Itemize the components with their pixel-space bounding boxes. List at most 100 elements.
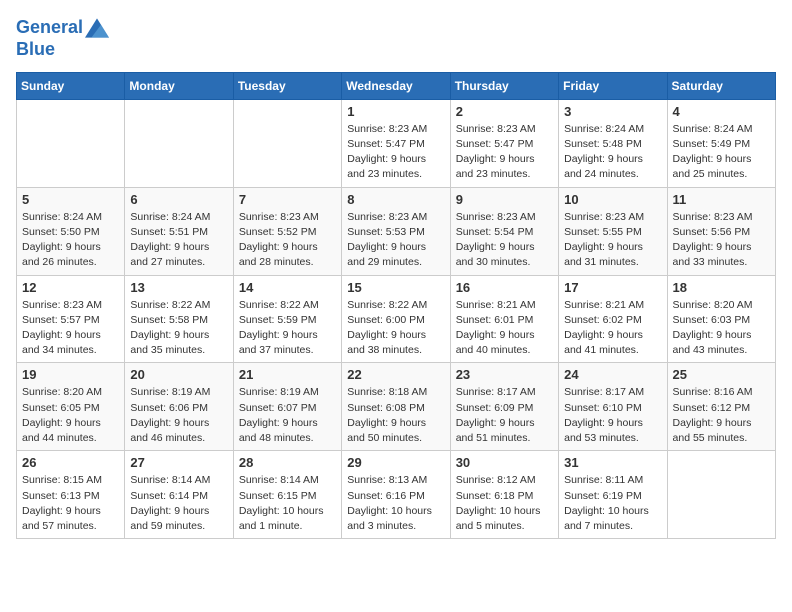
day-info: Sunrise: 8:23 AM Sunset: 5:52 PM Dayligh…: [239, 210, 336, 271]
day-number: 17: [564, 280, 661, 295]
weekday-header-monday: Monday: [125, 72, 233, 99]
day-number: 27: [130, 455, 227, 470]
calendar-cell: 7 Sunrise: 8:23 AM Sunset: 5:52 PM Daylig…: [233, 187, 341, 275]
day-info: Sunrise: 8:16 AM Sunset: 6:12 PM Dayligh…: [673, 385, 770, 446]
calendar-cell: 17 Sunrise: 8:21 AM Sunset: 6:02 PM Dayli…: [559, 275, 667, 363]
day-info: Sunrise: 8:12 AM Sunset: 6:18 PM Dayligh…: [456, 473, 553, 534]
weekday-header-tuesday: Tuesday: [233, 72, 341, 99]
day-info: Sunrise: 8:21 AM Sunset: 6:02 PM Dayligh…: [564, 298, 661, 359]
calendar-cell: 29 Sunrise: 8:13 AM Sunset: 6:16 PM Dayli…: [342, 451, 450, 539]
day-number: 31: [564, 455, 661, 470]
calendar-cell: 13 Sunrise: 8:22 AM Sunset: 5:58 PM Dayli…: [125, 275, 233, 363]
day-number: 20: [130, 367, 227, 382]
day-number: 5: [22, 192, 119, 207]
day-info: Sunrise: 8:24 AM Sunset: 5:48 PM Dayligh…: [564, 122, 661, 183]
calendar-cell: 11 Sunrise: 8:23 AM Sunset: 5:56 PM Dayli…: [667, 187, 775, 275]
day-number: 3: [564, 104, 661, 119]
calendar-cell: 26 Sunrise: 8:15 AM Sunset: 6:13 PM Dayli…: [17, 451, 125, 539]
calendar-cell: 28 Sunrise: 8:14 AM Sunset: 6:15 PM Dayli…: [233, 451, 341, 539]
day-number: 19: [22, 367, 119, 382]
day-number: 4: [673, 104, 770, 119]
day-info: Sunrise: 8:23 AM Sunset: 5:56 PM Dayligh…: [673, 210, 770, 271]
day-number: 24: [564, 367, 661, 382]
day-number: 14: [239, 280, 336, 295]
day-info: Sunrise: 8:18 AM Sunset: 6:08 PM Dayligh…: [347, 385, 444, 446]
weekday-header-sunday: Sunday: [17, 72, 125, 99]
page-header: General Blue: [16, 16, 776, 60]
logo-text: General Blue: [16, 16, 111, 60]
day-number: 10: [564, 192, 661, 207]
day-info: Sunrise: 8:23 AM Sunset: 5:53 PM Dayligh…: [347, 210, 444, 271]
day-number: 2: [456, 104, 553, 119]
day-number: 30: [456, 455, 553, 470]
day-info: Sunrise: 8:19 AM Sunset: 6:07 PM Dayligh…: [239, 385, 336, 446]
day-info: Sunrise: 8:23 AM Sunset: 5:47 PM Dayligh…: [456, 122, 553, 183]
day-info: Sunrise: 8:22 AM Sunset: 5:58 PM Dayligh…: [130, 298, 227, 359]
day-info: Sunrise: 8:22 AM Sunset: 5:59 PM Dayligh…: [239, 298, 336, 359]
day-info: Sunrise: 8:13 AM Sunset: 6:16 PM Dayligh…: [347, 473, 444, 534]
day-number: 21: [239, 367, 336, 382]
day-info: Sunrise: 8:23 AM Sunset: 5:47 PM Dayligh…: [347, 122, 444, 183]
calendar-cell: 12 Sunrise: 8:23 AM Sunset: 5:57 PM Dayli…: [17, 275, 125, 363]
calendar-cell: 2 Sunrise: 8:23 AM Sunset: 5:47 PM Daylig…: [450, 99, 558, 187]
day-number: 22: [347, 367, 444, 382]
calendar-cell: 14 Sunrise: 8:22 AM Sunset: 5:59 PM Dayli…: [233, 275, 341, 363]
calendar-cell: 22 Sunrise: 8:18 AM Sunset: 6:08 PM Dayli…: [342, 363, 450, 451]
day-number: 1: [347, 104, 444, 119]
day-info: Sunrise: 8:21 AM Sunset: 6:01 PM Dayligh…: [456, 298, 553, 359]
calendar-cell: 9 Sunrise: 8:23 AM Sunset: 5:54 PM Daylig…: [450, 187, 558, 275]
calendar-cell: 5Sunrise: 8:24 AM Sunset: 5:50 PM Daylig…: [17, 187, 125, 275]
day-number: 15: [347, 280, 444, 295]
day-info: Sunrise: 8:22 AM Sunset: 6:00 PM Dayligh…: [347, 298, 444, 359]
day-number: 7: [239, 192, 336, 207]
calendar-cell: 10 Sunrise: 8:23 AM Sunset: 5:55 PM Dayli…: [559, 187, 667, 275]
day-info: Sunrise: 8:17 AM Sunset: 6:10 PM Dayligh…: [564, 385, 661, 446]
day-number: 25: [673, 367, 770, 382]
calendar-cell: 23 Sunrise: 8:17 AM Sunset: 6:09 PM Dayli…: [450, 363, 558, 451]
calendar-cell: 31 Sunrise: 8:11 AM Sunset: 6:19 PM Dayli…: [559, 451, 667, 539]
calendar-cell: 8 Sunrise: 8:23 AM Sunset: 5:53 PM Daylig…: [342, 187, 450, 275]
calendar-cell: 30 Sunrise: 8:12 AM Sunset: 6:18 PM Dayli…: [450, 451, 558, 539]
day-info: Sunrise: 8:24 AM Sunset: 5:49 PM Dayligh…: [673, 122, 770, 183]
day-number: 13: [130, 280, 227, 295]
calendar-cell: 3 Sunrise: 8:24 AM Sunset: 5:48 PM Daylig…: [559, 99, 667, 187]
calendar-cell: 20 Sunrise: 8:19 AM Sunset: 6:06 PM Dayli…: [125, 363, 233, 451]
day-info: Sunrise: 8:23 AM Sunset: 5:55 PM Dayligh…: [564, 210, 661, 271]
day-info: Sunrise: 8:24 AM Sunset: 5:51 PM Dayligh…: [130, 210, 227, 271]
day-number: 28: [239, 455, 336, 470]
calendar-cell: 24 Sunrise: 8:17 AM Sunset: 6:10 PM Dayli…: [559, 363, 667, 451]
day-info: Sunrise: 8:20 AM Sunset: 6:05 PM Dayligh…: [22, 385, 119, 446]
day-info: Sunrise: 8:23 AM Sunset: 5:57 PM Dayligh…: [22, 298, 119, 359]
day-number: 18: [673, 280, 770, 295]
day-number: 11: [673, 192, 770, 207]
logo: General Blue: [16, 16, 111, 60]
calendar-cell: 15 Sunrise: 8:22 AM Sunset: 6:00 PM Dayli…: [342, 275, 450, 363]
calendar-cell: 19 Sunrise: 8:20 AM Sunset: 6:05 PM Dayli…: [17, 363, 125, 451]
calendar-cell: [667, 451, 775, 539]
day-info: Sunrise: 8:17 AM Sunset: 6:09 PM Dayligh…: [456, 385, 553, 446]
day-info: Sunrise: 8:15 AM Sunset: 6:13 PM Dayligh…: [22, 473, 119, 534]
day-info: Sunrise: 8:23 AM Sunset: 5:54 PM Dayligh…: [456, 210, 553, 271]
calendar-cell: 27 Sunrise: 8:14 AM Sunset: 6:14 PM Dayli…: [125, 451, 233, 539]
day-info: Sunrise: 8:14 AM Sunset: 6:14 PM Dayligh…: [130, 473, 227, 534]
day-number: 9: [456, 192, 553, 207]
day-info: Sunrise: 8:14 AM Sunset: 6:15 PM Dayligh…: [239, 473, 336, 534]
weekday-header-friday: Friday: [559, 72, 667, 99]
calendar-cell: 18 Sunrise: 8:20 AM Sunset: 6:03 PM Dayli…: [667, 275, 775, 363]
day-info: Sunrise: 8:20 AM Sunset: 6:03 PM Dayligh…: [673, 298, 770, 359]
calendar-cell: 6 Sunrise: 8:24 AM Sunset: 5:51 PM Daylig…: [125, 187, 233, 275]
weekday-header-saturday: Saturday: [667, 72, 775, 99]
day-number: 12: [22, 280, 119, 295]
day-info: Sunrise: 8:19 AM Sunset: 6:06 PM Dayligh…: [130, 385, 227, 446]
calendar-cell: 25 Sunrise: 8:16 AM Sunset: 6:12 PM Dayli…: [667, 363, 775, 451]
calendar-cell: 1 Sunrise: 8:23 AM Sunset: 5:47 PM Daylig…: [342, 99, 450, 187]
weekday-header-wednesday: Wednesday: [342, 72, 450, 99]
day-number: 16: [456, 280, 553, 295]
day-number: 6: [130, 192, 227, 207]
calendar-cell: 16 Sunrise: 8:21 AM Sunset: 6:01 PM Dayli…: [450, 275, 558, 363]
day-number: 29: [347, 455, 444, 470]
day-number: 23: [456, 367, 553, 382]
day-number: 26: [22, 455, 119, 470]
day-number: 8: [347, 192, 444, 207]
day-info: Sunrise: 8:11 AM Sunset: 6:19 PM Dayligh…: [564, 473, 661, 534]
